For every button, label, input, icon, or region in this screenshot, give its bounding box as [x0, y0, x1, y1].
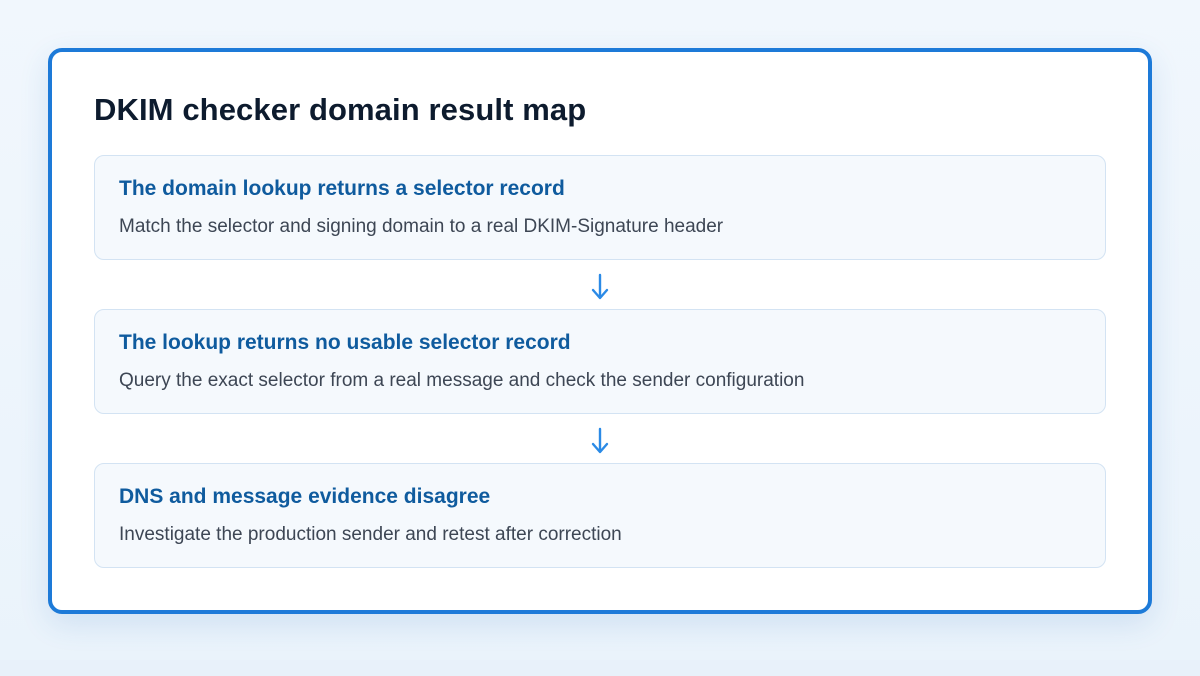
step-description: Query the exact selector from a real mes… [119, 370, 805, 391]
step-selector-record-found: The domain lookup returns a selector rec… [94, 155, 1106, 260]
footer-band [0, 660, 1200, 676]
step-description: Match the selector and signing domain to… [119, 216, 724, 237]
arrow-down-icon [588, 426, 612, 456]
arrow-down-icon [588, 272, 612, 302]
step-description: Investigate the production sender and re… [119, 524, 622, 545]
step-no-usable-selector: The lookup returns no usable selector re… [94, 309, 1106, 414]
step-heading: The domain lookup returns a selector rec… [119, 177, 565, 200]
step-evidence-disagree: DNS and message evidence disagree Invest… [94, 463, 1106, 568]
result-map-card: DKIM checker domain result map The domai… [48, 48, 1152, 614]
step-heading: DNS and message evidence disagree [119, 485, 491, 508]
page-title: DKIM checker domain result map [94, 92, 587, 127]
step-heading: The lookup returns no usable selector re… [119, 331, 571, 354]
